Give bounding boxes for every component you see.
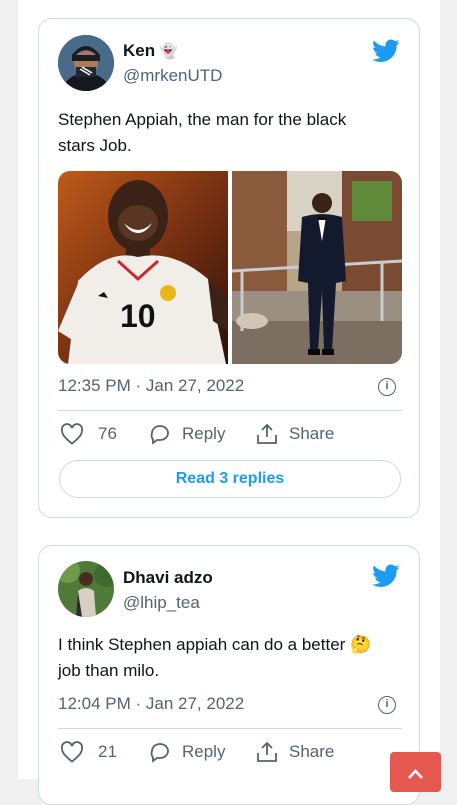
page-column: Ken 👻 @mrkenUTD Stephen Appiah, the man … xyxy=(18,0,440,805)
tweet-card[interactable]: Dhavi adzo @lhip_tea I think Stephen app… xyxy=(38,545,420,805)
share-label[interactable]: Share xyxy=(289,424,334,444)
divider xyxy=(58,410,402,411)
tweet-text-line: I think Stephen appiah can do a better 🤔 xyxy=(58,632,371,658)
twitter-bird-icon[interactable] xyxy=(372,39,400,63)
tweet-card[interactable]: Ken 👻 @mrkenUTD Stephen Appiah, the man … xyxy=(38,18,420,518)
heart-icon[interactable] xyxy=(60,741,84,763)
tweet-text-segment: I think Stephen appiah can do a better xyxy=(58,635,346,654)
display-name-text[interactable]: Dhavi adzo xyxy=(123,568,213,588)
tweet-text-line: job than milo. xyxy=(58,661,160,680)
reply-icon[interactable] xyxy=(148,741,172,763)
ghost-emoji: 👻 xyxy=(159,43,178,60)
share-action[interactable]: Share xyxy=(255,423,334,445)
share-icon[interactable] xyxy=(255,741,279,763)
tweet-timestamp[interactable]: 12:04 PM · Jan 27, 2022 xyxy=(58,694,244,714)
tweet-text: I think Stephen appiah can do a better 🤔… xyxy=(58,632,371,684)
like-action[interactable]: 76 xyxy=(60,423,117,445)
display-name[interactable]: Ken 👻 xyxy=(123,41,178,61)
scroll-to-top-button[interactable] xyxy=(390,752,441,792)
share-icon[interactable] xyxy=(255,423,279,445)
chevron-up-icon xyxy=(408,769,423,779)
tweet-timestamp[interactable]: 12:35 PM · Jan 27, 2022 xyxy=(58,376,244,396)
tweet-text: Stephen Appiah, the man for the black st… xyxy=(58,107,346,159)
avatar[interactable] xyxy=(58,561,114,617)
user-handle[interactable]: @lhip_tea xyxy=(123,593,200,613)
read-replies-button[interactable]: Read 3 replies xyxy=(59,460,401,498)
thinking-emoji: 🤔 xyxy=(350,635,372,654)
like-count: 76 xyxy=(98,424,117,443)
tweet-text-line: stars Job. xyxy=(58,136,132,155)
user-handle[interactable]: @mrkenUTD xyxy=(123,66,222,86)
twitter-bird-icon[interactable] xyxy=(372,564,400,588)
share-label[interactable]: Share xyxy=(289,742,334,762)
tweet-photo-player[interactable]: 10 xyxy=(58,171,228,364)
reply-action[interactable]: Reply xyxy=(148,741,225,763)
share-action[interactable]: Share xyxy=(255,741,334,763)
reply-label[interactable]: Reply xyxy=(182,742,225,762)
info-icon[interactable]: i xyxy=(378,696,396,714)
reply-icon[interactable] xyxy=(148,423,172,445)
reply-action[interactable]: Reply xyxy=(148,423,225,445)
jersey-number: 10 xyxy=(120,298,156,334)
tweet-photo-suit[interactable] xyxy=(232,171,402,364)
like-action[interactable]: 21 xyxy=(60,741,117,763)
display-name[interactable]: Dhavi adzo xyxy=(123,568,213,588)
divider xyxy=(58,728,402,729)
display-name-text[interactable]: Ken xyxy=(123,41,155,61)
avatar[interactable] xyxy=(58,35,114,91)
tweet-text-line: Stephen Appiah, the man for the black xyxy=(58,110,347,129)
heart-icon[interactable] xyxy=(60,423,84,445)
info-icon[interactable]: i xyxy=(378,378,396,396)
like-count: 21 xyxy=(98,742,117,761)
reply-label[interactable]: Reply xyxy=(182,424,225,444)
